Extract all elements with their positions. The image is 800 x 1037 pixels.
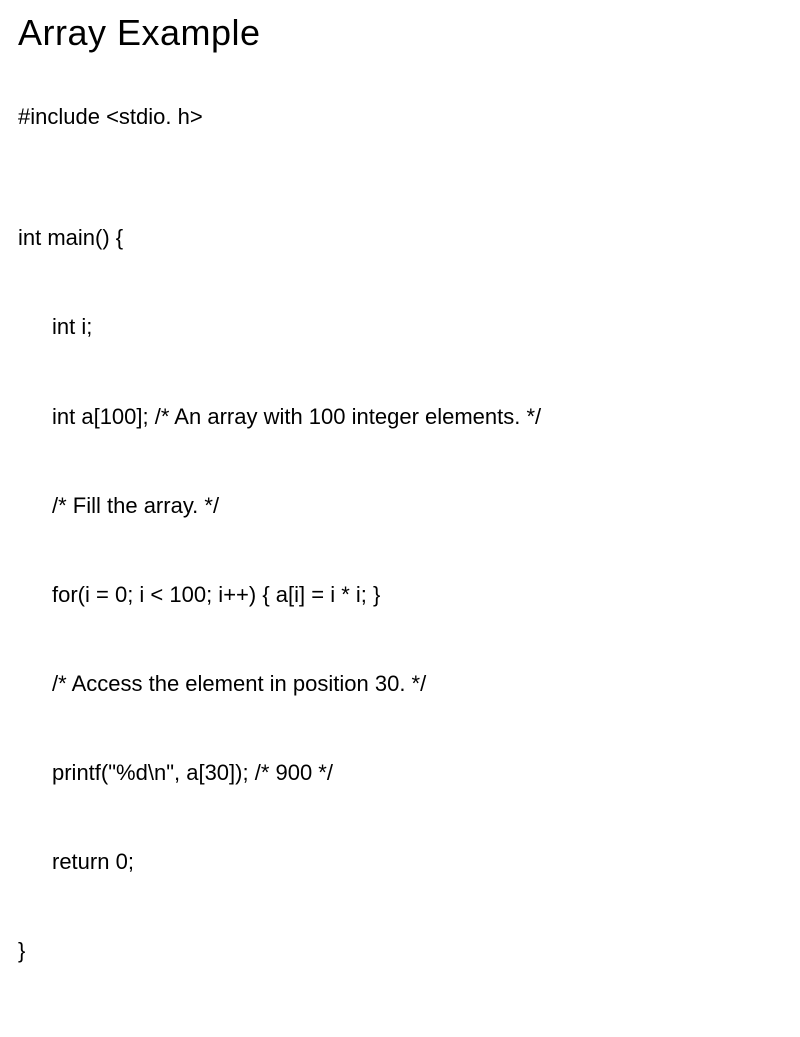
code-line: int i; [18,312,782,342]
code-line: int a[100]; /* An array with 100 integer… [18,402,782,432]
code-line: /* Access the element in position 30. */ [18,669,782,699]
code-line: printf("%d\n", a[30]); /* 900 */ [18,758,782,788]
code-line: for(i = 0; i < 100; i++) { a[i] = i * i;… [18,580,782,610]
code-line: return 0; [18,847,782,877]
code-line: /* Fill the array. */ [18,491,782,521]
code-line: } [18,936,782,966]
include-line: #include <stdio. h> [18,104,782,130]
code-line: int main() { [18,223,782,253]
slide-title: Array Example [18,12,782,54]
slide-container: Array Example #include <stdio. h> int ma… [0,0,800,1037]
code-block: int main() { int i; int a[100]; /* An ar… [18,164,782,1025]
